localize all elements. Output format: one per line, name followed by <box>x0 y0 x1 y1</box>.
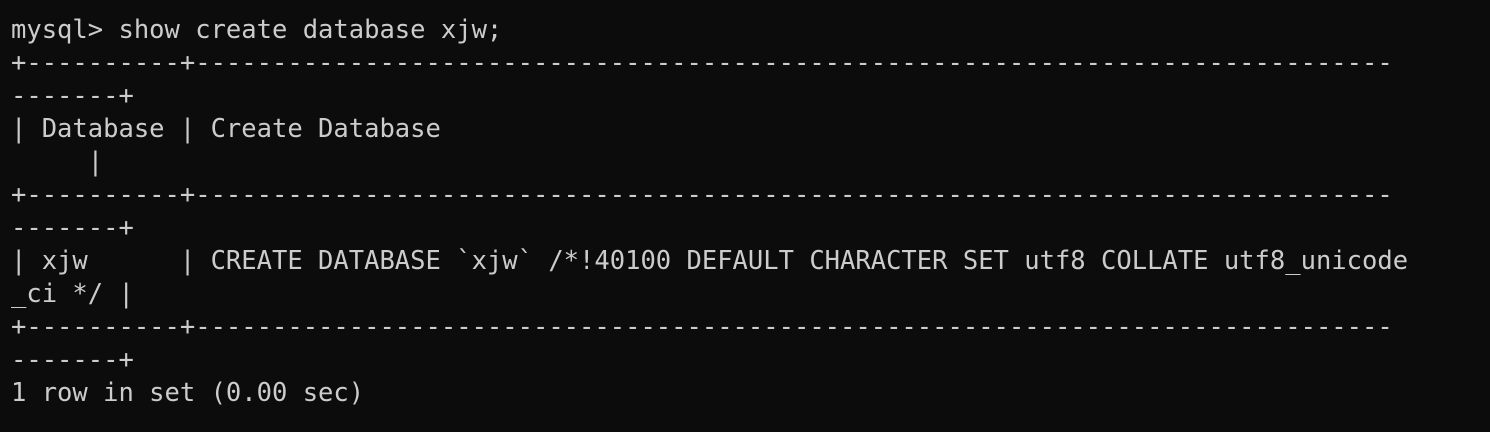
result-status-line: 1 row in set (0.00 sec) <box>11 378 365 408</box>
command-prompt-line: mysql> show create database xjw; <box>11 15 503 45</box>
table-border-bottom-wrap: -------+ <box>11 345 134 375</box>
table-data-row: | xjw | CREATE DATABASE `xjw` /*!40100 D… <box>11 246 1409 276</box>
table-border-middle: +----------+----------------------------… <box>11 180 1393 210</box>
terminal-window[interactable]: mysql> show create database xjw; +------… <box>0 0 1490 432</box>
table-data-row-wrap: _ci */ | <box>11 279 134 309</box>
table-border-top-wrap: -------+ <box>11 81 134 111</box>
table-border-bottom: +----------+----------------------------… <box>11 312 1393 342</box>
table-header-row-wrap: | <box>11 147 104 177</box>
table-header-row: | Database | Create Database <box>11 114 441 144</box>
table-border-middle-wrap: -------+ <box>11 213 134 243</box>
table-border-top: +----------+----------------------------… <box>11 48 1393 78</box>
